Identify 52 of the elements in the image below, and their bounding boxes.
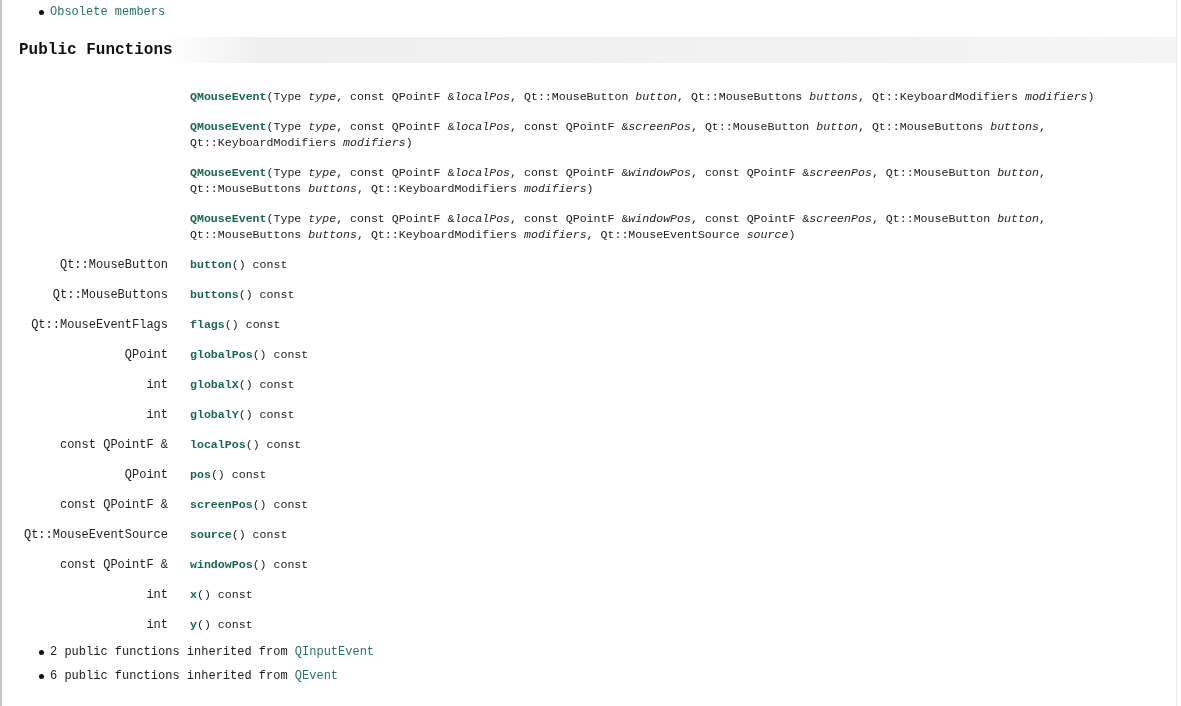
- function-link[interactable]: localPos: [190, 438, 246, 451]
- function-link[interactable]: screenPos: [190, 498, 253, 511]
- function-link[interactable]: QMouseEvent: [190, 212, 267, 225]
- function-signature: source() const: [190, 527, 289, 543]
- function-signature: QMouseEvent(Type type, const QPointF &localPos, const QPointF &windowPos, const QPointF &screenPos, Qt::MouseButton button, Qt::MouseButtons buttons, Qt::KeyboardModifiers modifiers): [190, 165, 1047, 197]
- return-type: Qt::MouseButton: [59, 257, 168, 274]
- function-link[interactable]: globalX: [190, 378, 239, 391]
- class-link[interactable]: QInputEvent: [294, 645, 375, 659]
- return-type: Qt::MouseButtons: [52, 287, 168, 304]
- function-signature: x() const: [190, 587, 254, 603]
- function-link[interactable]: source: [190, 528, 232, 541]
- function-signature: QMouseEvent(Type type, const QPointF &localPos, const QPointF &windowPos, const QPointF &screenPos, Qt::MouseButton button, Qt::MouseButtons buttons, Qt::KeyboardModifiers modifiers, Qt::MouseEventSource source): [190, 211, 1047, 243]
- function-signature: screenPos() const: [190, 497, 310, 513]
- return-type: const QPointF &: [59, 557, 168, 574]
- function-link[interactable]: pos: [190, 468, 211, 481]
- function-link[interactable]: button: [190, 258, 232, 271]
- function-signature: buttons() const: [190, 287, 296, 303]
- return-type: Qt::MouseEventSource: [23, 527, 168, 544]
- inherited-functions-note: 2 public functions inherited from QInputEvent: [50, 645, 375, 659]
- function-signature: localPos() const: [190, 437, 303, 453]
- return-type: int: [146, 407, 168, 424]
- function-signature: button() const: [190, 257, 289, 273]
- function-signature: QMouseEvent(Type type, const QPointF &localPos, Qt::MouseButton button, Qt::MouseButtons buttons, Qt::KeyboardModifiers modifiers): [190, 89, 1096, 105]
- function-link[interactable]: QMouseEvent: [190, 166, 267, 179]
- function-link[interactable]: globalPos: [190, 348, 253, 361]
- function-signature: globalY() const: [190, 407, 296, 423]
- function-signature: windowPos() const: [190, 557, 310, 573]
- function-link[interactable]: x: [190, 588, 197, 601]
- function-signature: y() const: [190, 617, 254, 633]
- return-type: int: [146, 377, 168, 394]
- function-link[interactable]: buttons: [190, 288, 239, 301]
- function-signature: QMouseEvent(Type type, const QPointF &localPos, const QPointF &screenPos, Qt::MouseButton button, Qt::MouseButtons buttons, Qt::KeyboardModifiers modifiers): [190, 119, 1047, 151]
- obsolete-members-link[interactable]: Obsolete members: [50, 5, 166, 19]
- return-type: const QPointF &: [59, 437, 168, 454]
- class-link[interactable]: QEvent: [294, 669, 339, 683]
- return-type: QPoint: [124, 467, 168, 484]
- return-type: int: [146, 587, 168, 604]
- return-type: const QPointF &: [59, 497, 168, 514]
- return-type: int: [146, 617, 168, 634]
- function-link[interactable]: y: [190, 618, 197, 631]
- function-link[interactable]: flags: [190, 318, 225, 331]
- function-link[interactable]: QMouseEvent: [190, 90, 267, 103]
- function-signature: flags() const: [190, 317, 282, 333]
- function-signature: globalPos() const: [190, 347, 310, 363]
- function-link[interactable]: QMouseEvent: [190, 120, 267, 133]
- function-link[interactable]: windowPos: [190, 558, 253, 571]
- inherited-functions-note: 6 public functions inherited from QEvent: [50, 669, 339, 683]
- function-link[interactable]: globalY: [190, 408, 239, 421]
- return-type: Qt::MouseEventFlags: [31, 317, 168, 334]
- return-type: QPoint: [124, 347, 168, 364]
- function-signature: pos() const: [190, 467, 268, 483]
- function-signature: globalX() const: [190, 377, 296, 393]
